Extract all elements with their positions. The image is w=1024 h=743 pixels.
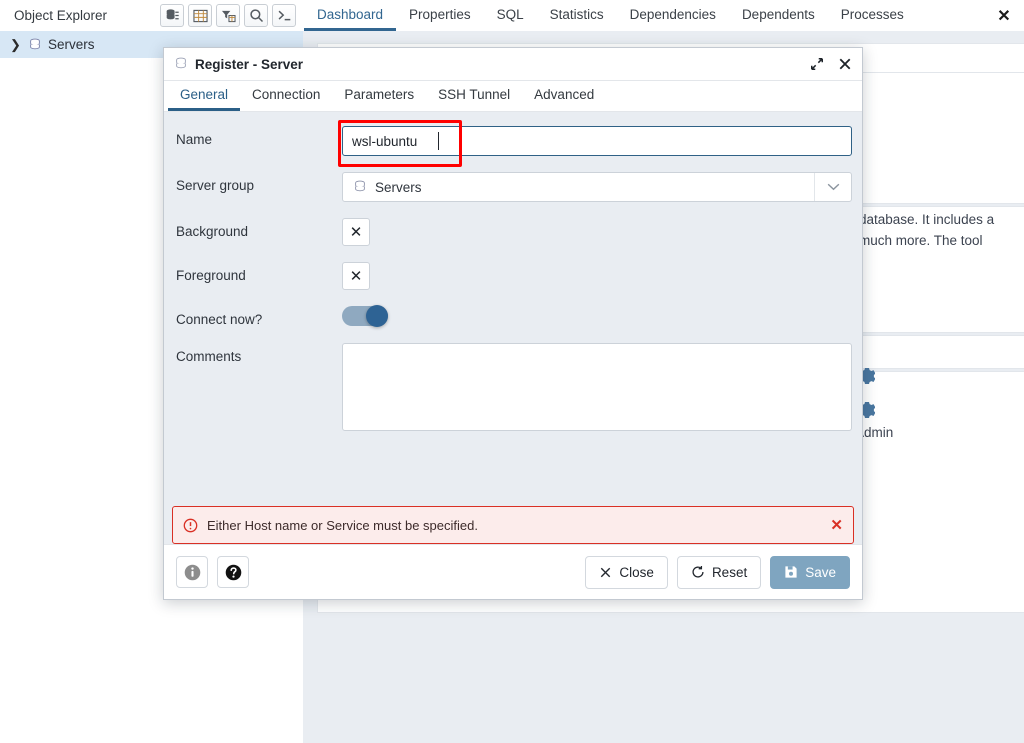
dialog-tab-label: Connection [252, 87, 321, 102]
save-button[interactable]: Save [770, 555, 850, 589]
dialog-tab-label: Parameters [344, 87, 415, 102]
tab-sql[interactable]: SQL [484, 0, 537, 31]
tab-label: SQL [496, 6, 524, 22]
dialog-title: Register - Server [195, 56, 304, 72]
tab-properties[interactable]: Properties [396, 0, 484, 31]
expand-icon[interactable] [810, 57, 824, 71]
connect-now-label: Connect now? [176, 312, 263, 327]
toolbar-buttons [154, 4, 296, 27]
comments-label: Comments [176, 349, 242, 364]
field-row-name: Name [164, 120, 862, 167]
dialog-tab-parameters[interactable]: Parameters [332, 81, 426, 111]
clear-color-icon: ✕ [349, 224, 363, 241]
footer-actions: Close Reset Save [585, 555, 850, 589]
tab-label: Dependencies [629, 6, 716, 22]
info-button[interactable] [176, 556, 208, 588]
error-icon [183, 518, 198, 533]
tab-label: Properties [409, 6, 471, 22]
server-icon [174, 57, 188, 71]
server-group-select[interactable]: Servers [342, 172, 852, 202]
main-tabs: Dashboard Properties SQL Statistics Depe… [304, 0, 917, 31]
filtered-table-icon[interactable] [216, 4, 240, 27]
connect-now-toggle[interactable] [342, 305, 388, 327]
dialog-footer: Close Reset Save [164, 544, 862, 599]
help-button[interactable] [217, 556, 249, 588]
close-icon[interactable] [838, 57, 852, 71]
field-row-server-group: Server group Servers [164, 172, 862, 202]
error-close-icon[interactable]: ✕ [830, 516, 843, 534]
error-message: Either Host name or Service must be spec… [207, 517, 478, 533]
name-label: Name [176, 132, 213, 147]
background-color-button[interactable]: ✕ [342, 218, 370, 246]
server-group-icon [28, 38, 42, 52]
dialog-body: Name Server group [164, 112, 862, 544]
chevron-down-icon[interactable] [814, 173, 851, 201]
search-icon[interactable] [244, 4, 268, 27]
table-grid-icon[interactable] [188, 4, 212, 27]
tab-dependents[interactable]: Dependents [729, 0, 828, 31]
register-server-dialog: Register - Server General Connection Par… [163, 47, 863, 600]
tab-label: Statistics [549, 6, 604, 22]
dialog-tab-ssh-tunnel[interactable]: SSH Tunnel [426, 81, 522, 111]
foreground-label: Foreground [176, 268, 246, 283]
field-row-foreground: Foreground ✕ [164, 262, 862, 290]
field-row-connect-now: Connect now? [164, 305, 862, 327]
pgadmin-window: Object Explorer Dashboard Properties SQL… [0, 0, 1024, 743]
field-row-background: Background ✕ [164, 218, 862, 246]
tab-label: Processes [840, 6, 904, 22]
close-button-label: Close [619, 564, 654, 580]
save-button-label: Save [805, 564, 836, 580]
terminal-icon[interactable] [272, 4, 296, 27]
foreground-color-button[interactable]: ✕ [342, 262, 370, 290]
dialog-tab-connection[interactable]: Connection [240, 81, 332, 111]
toggle-knob [366, 305, 388, 327]
dialog-tab-label: General [180, 87, 229, 102]
dashboard-desc-line-2: much more. The tool [859, 233, 983, 248]
text-caret [438, 132, 439, 150]
reset-button[interactable]: Reset [676, 555, 762, 589]
dialog-tab-general[interactable]: General [168, 81, 241, 111]
clear-color-icon: ✕ [349, 268, 363, 285]
background-label: Background [176, 224, 249, 239]
tab-label: Dashboard [317, 6, 384, 22]
object-explorer-title: Object Explorer [14, 8, 108, 23]
tab-dashboard[interactable]: Dashboard [304, 0, 397, 31]
close-button[interactable]: Close [585, 555, 668, 589]
name-input[interactable] [342, 126, 852, 156]
tab-label: Dependents [741, 6, 815, 22]
reset-button-label: Reset [711, 564, 748, 580]
server-group-icon [353, 180, 367, 194]
dialog-tabs: General Connection Parameters SSH Tunnel… [164, 81, 862, 112]
field-row-comments: Comments [164, 343, 862, 434]
dashboard-desc-line-1: database. It includes a [859, 212, 995, 227]
object-with-data-icon[interactable] [160, 4, 184, 27]
dialog-tab-advanced[interactable]: Advanced [522, 81, 606, 111]
dialog-tab-label: SSH Tunnel [438, 87, 511, 102]
tab-dependencies[interactable]: Dependencies [617, 0, 729, 31]
dialog-title-actions [810, 57, 852, 71]
tab-statistics[interactable]: Statistics [537, 0, 617, 31]
error-notification: Either Host name or Service must be spec… [172, 506, 854, 544]
close-tab-icon[interactable]: ✕ [994, 6, 1014, 26]
dialog-tab-label: Advanced [534, 87, 595, 102]
top-toolbar: Object Explorer Dashboard Properties SQL… [0, 0, 1024, 32]
dialog-title-bar: Register - Server [164, 48, 862, 81]
server-group-label: Server group [176, 178, 255, 193]
tab-processes[interactable]: Processes [828, 0, 917, 31]
server-group-value: Servers [375, 179, 422, 195]
comments-textarea[interactable] [342, 343, 852, 431]
tree-item-label: Servers [48, 37, 95, 52]
chevron-right-icon[interactable]: ❯ [10, 38, 22, 51]
